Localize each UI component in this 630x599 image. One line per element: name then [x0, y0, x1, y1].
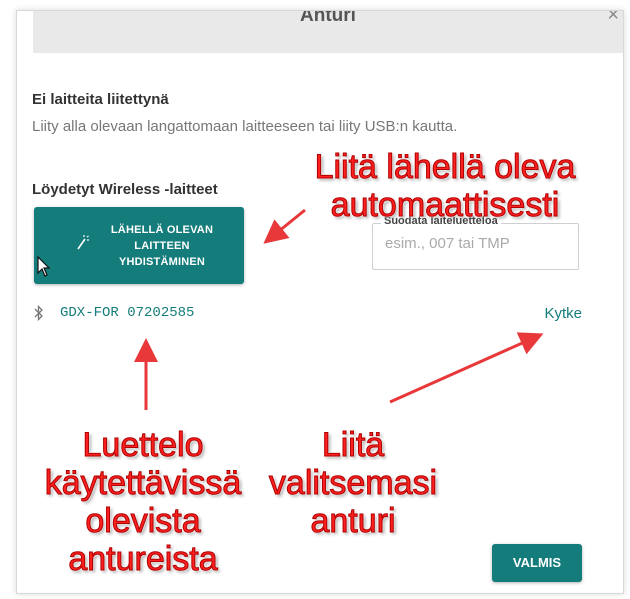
pair-button-label: LÄHELLÄ OLEVAN LAITTEEN YHDISTÄMINEN [110, 224, 214, 268]
annotation-pair: Liitä lähellä oleva automaattisesti [314, 148, 576, 225]
annotation-connect: Liitä valitsemasi anturi [268, 426, 438, 541]
connect-link[interactable]: Kytke [544, 305, 582, 322]
pair-nearby-device-button[interactable]: LÄHELLÄ OLEVAN LAITTEEN YHDISTÄMINEN [34, 207, 244, 284]
close-icon[interactable]: × [607, 11, 619, 27]
wireless-devices-heading: Löydetyt Wireless -laitteet [32, 181, 218, 198]
mouse-cursor-icon [37, 256, 51, 277]
bluetooth-icon [34, 305, 43, 321]
dialog-header: Anturi × [33, 11, 623, 53]
done-button[interactable]: VALMIS [492, 544, 582, 582]
dialog-title: Anturi [300, 10, 356, 26]
filter-input[interactable] [383, 234, 572, 253]
device-list-item: GDX-FOR 07202585 Kytke [34, 302, 582, 326]
filter-field: Suodata laiteluetteloa [372, 215, 579, 270]
wand-icon [77, 235, 89, 250]
device-name: GDX-FOR 07202585 [60, 305, 195, 321]
no-devices-heading: Ei laitteita liitettynä [32, 91, 169, 108]
annotation-device-list: Luettelo käytettävissä olevista antureis… [44, 426, 242, 579]
no-devices-subtext: Liity alla olevaan langattomaan laittees… [32, 118, 458, 135]
